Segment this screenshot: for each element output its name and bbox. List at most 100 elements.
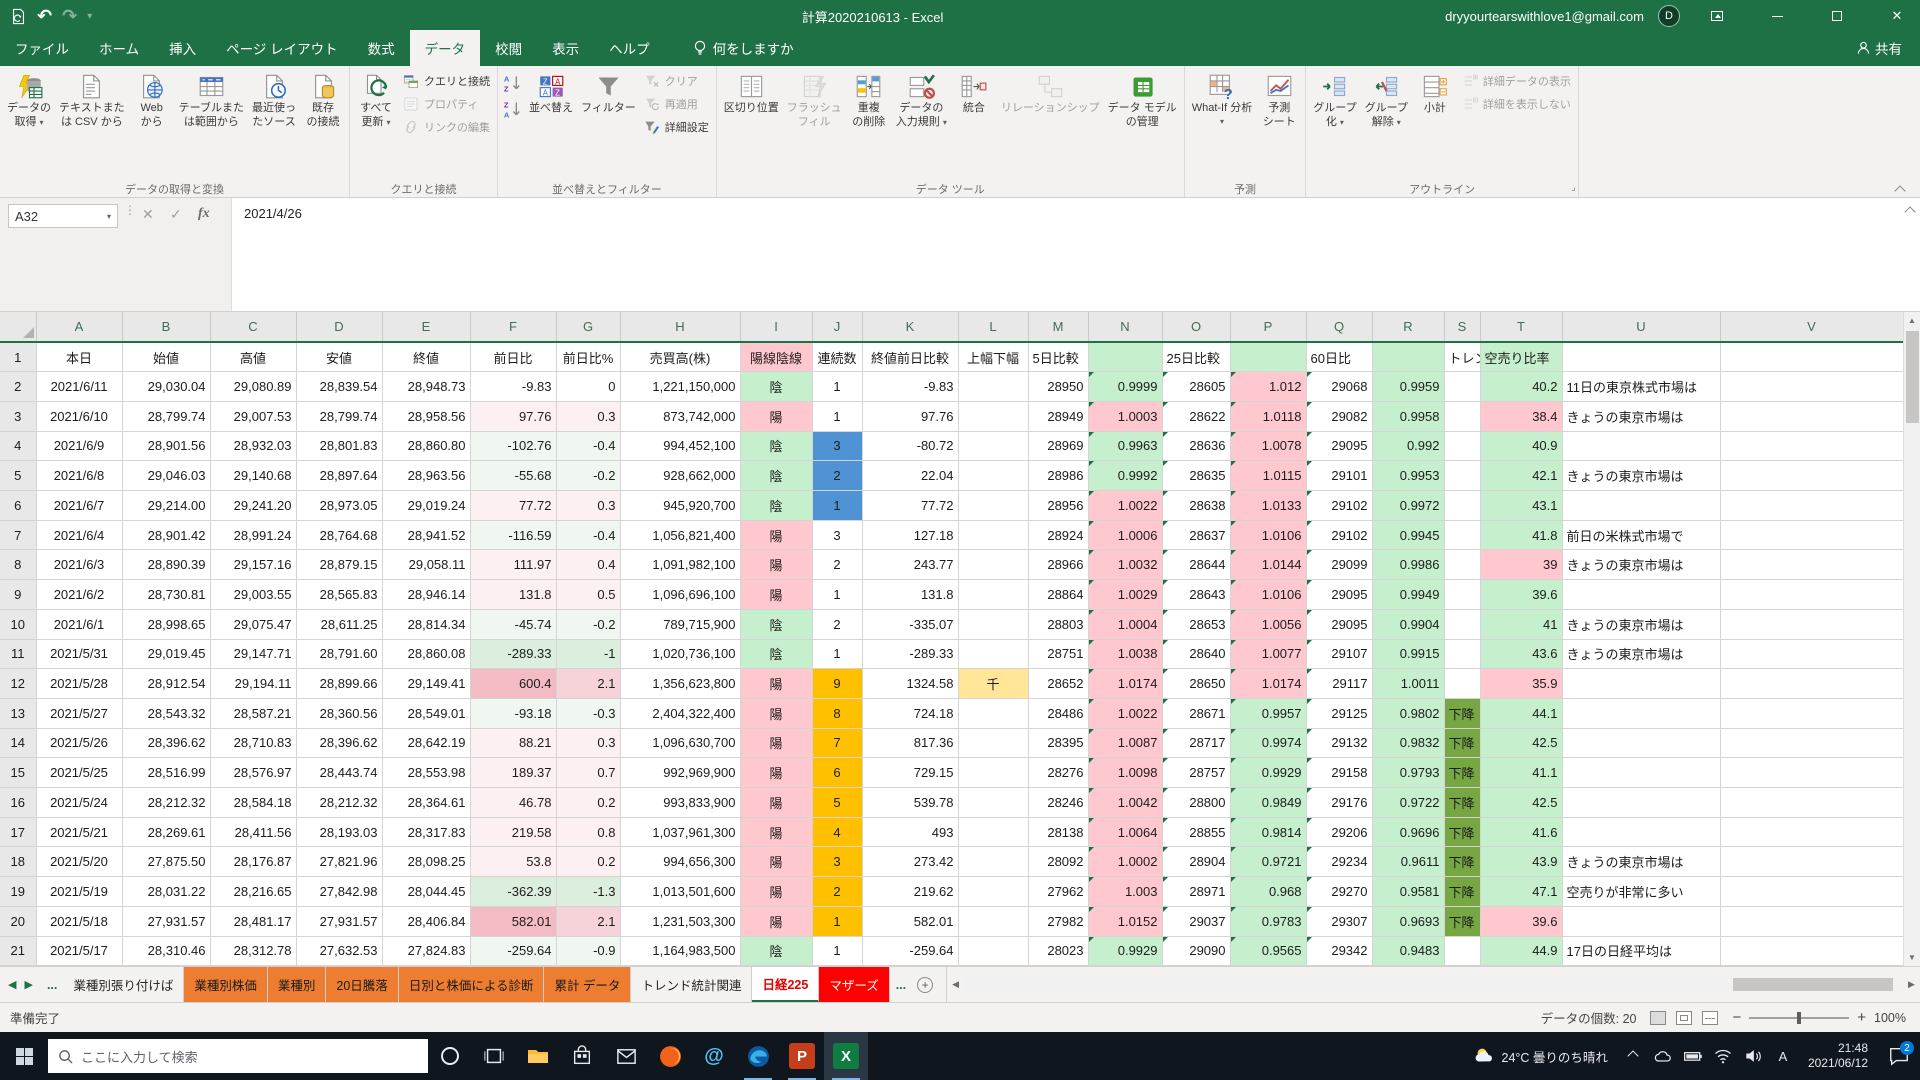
ribbon-funnel-adv-button[interactable]: 詳細設定 (644, 119, 709, 135)
customize-quick-access-icon[interactable]: ▾ (87, 11, 92, 22)
cell[interactable]: 273.42 (862, 847, 958, 877)
cell[interactable]: 28,973.05 (296, 491, 382, 521)
cell[interactable]: 1 (812, 936, 862, 966)
cell[interactable]: 53.8 (470, 847, 556, 877)
cell[interactable] (958, 372, 1028, 402)
cell[interactable]: 29037 (1162, 906, 1230, 936)
cell[interactable]: 1.0004 (1088, 609, 1162, 639)
cell[interactable]: -116.59 (470, 520, 556, 550)
cell[interactable] (1562, 698, 1720, 728)
cell[interactable]: 千 (958, 669, 1028, 699)
cell[interactable]: 29,046.03 (122, 461, 210, 491)
ribbon-hide-detail-button[interactable]: 詳細を表示しない (1462, 96, 1571, 112)
cell[interactable]: 28605 (1162, 372, 1230, 402)
sheet-tab-7[interactable]: 日経225 (752, 967, 819, 1002)
column-header-Q[interactable]: Q (1306, 312, 1372, 342)
cell[interactable]: 35.9 (1480, 669, 1562, 699)
cell[interactable]: 0.9958 (1372, 401, 1444, 431)
cell[interactable]: 1 (812, 580, 862, 610)
cell[interactable]: 0.9949 (1372, 580, 1444, 610)
cell[interactable]: 789,715,900 (620, 609, 740, 639)
cell[interactable] (958, 609, 1028, 639)
column-header-I[interactable]: I (740, 312, 812, 342)
cell[interactable] (1372, 342, 1444, 372)
cell[interactable]: 陽 (740, 698, 812, 728)
cell[interactable]: 前日比 (470, 342, 556, 372)
cell[interactable] (1720, 877, 1903, 907)
menu-tab-4[interactable]: 数式 (353, 30, 410, 66)
cell[interactable] (1088, 342, 1162, 372)
cell[interactable]: 77.72 (862, 491, 958, 521)
cell[interactable]: 28,098.25 (382, 847, 470, 877)
cell[interactable]: 28,312.78 (210, 936, 296, 966)
cell[interactable]: 陰 (740, 609, 812, 639)
cell[interactable]: 0.2 (556, 847, 620, 877)
menu-tab-2[interactable]: 挿入 (154, 30, 211, 66)
cell[interactable]: 29,214.00 (122, 491, 210, 521)
cell[interactable]: 下降 (1444, 877, 1480, 907)
cell[interactable]: 28986 (1028, 461, 1088, 491)
cell[interactable]: 0.9963 (1088, 431, 1162, 461)
cell[interactable]: 38.4 (1480, 401, 1562, 431)
zoom-level[interactable]: 100% (1874, 1011, 1906, 1025)
column-header-U[interactable]: U (1562, 312, 1720, 342)
cell[interactable] (958, 936, 1028, 966)
cell[interactable]: 1.0144 (1230, 550, 1306, 580)
row-header[interactable]: 6 (0, 491, 36, 521)
cell[interactable]: 29107 (1306, 639, 1372, 669)
row-header[interactable]: 15 (0, 758, 36, 788)
start-button[interactable] (0, 1032, 48, 1080)
cell[interactable]: きょうの東京市場は (1562, 401, 1720, 431)
cell[interactable]: 28,516.99 (122, 758, 210, 788)
cell[interactable]: 28,549.01 (382, 698, 470, 728)
share-button[interactable]: 共有 (1839, 30, 1920, 66)
cell[interactable]: 1.0118 (1230, 401, 1306, 431)
cell[interactable]: 終値 (382, 342, 470, 372)
row-header[interactable]: 5 (0, 461, 36, 491)
zoom-in-button[interactable]: + (1857, 1009, 1866, 1026)
cell[interactable]: 40.2 (1480, 372, 1562, 402)
tell-me-box[interactable]: 何をしますか (683, 30, 804, 66)
column-header-D[interactable]: D (296, 312, 382, 342)
cell[interactable]: 1.0032 (1088, 550, 1162, 580)
cell[interactable]: 2021/5/27 (36, 698, 122, 728)
column-header-C[interactable]: C (210, 312, 296, 342)
cell[interactable] (1720, 817, 1903, 847)
row-header[interactable]: 14 (0, 728, 36, 758)
cell[interactable]: 42.5 (1480, 728, 1562, 758)
task-view-icon[interactable] (472, 1032, 516, 1080)
cell[interactable]: 28966 (1028, 550, 1088, 580)
cell[interactable] (1720, 520, 1903, 550)
cell[interactable]: 0.5 (556, 580, 620, 610)
cell[interactable] (1562, 431, 1720, 461)
cell[interactable]: 1,231,503,300 (620, 906, 740, 936)
ribbon-text-cols-button[interactable]: 区切り位置 (720, 67, 783, 179)
cell[interactable]: 729.15 (862, 758, 958, 788)
cell[interactable]: 0.9986 (1372, 550, 1444, 580)
cell[interactable]: 28855 (1162, 817, 1230, 847)
cell[interactable]: 陽 (740, 788, 812, 818)
cell[interactable]: -335.07 (862, 609, 958, 639)
minimize-button[interactable] (1754, 0, 1800, 32)
cell[interactable] (1720, 461, 1903, 491)
cell[interactable]: 29,149.41 (382, 669, 470, 699)
cell[interactable]: 77.72 (470, 491, 556, 521)
cell[interactable]: 陰 (740, 491, 812, 521)
cell[interactable]: 28,360.56 (296, 698, 382, 728)
cell[interactable] (1720, 372, 1903, 402)
cell[interactable]: 46.78 (470, 788, 556, 818)
cortana-icon[interactable] (428, 1032, 472, 1080)
cell[interactable] (1444, 491, 1480, 521)
cell[interactable]: 28,406.84 (382, 906, 470, 936)
cell[interactable]: 空売り比率 (1480, 342, 1562, 372)
cell[interactable]: 28622 (1162, 401, 1230, 431)
zoom-out-button[interactable]: − (1732, 1009, 1741, 1026)
cell[interactable]: 2021/6/7 (36, 491, 122, 521)
cell[interactable]: 1.0042 (1088, 788, 1162, 818)
cell[interactable]: 189.37 (470, 758, 556, 788)
cell[interactable]: 29117 (1306, 669, 1372, 699)
row-header[interactable]: 4 (0, 431, 36, 461)
cell[interactable]: 0.2 (556, 788, 620, 818)
row-header[interactable]: 11 (0, 639, 36, 669)
cell[interactable]: 22.04 (862, 461, 958, 491)
